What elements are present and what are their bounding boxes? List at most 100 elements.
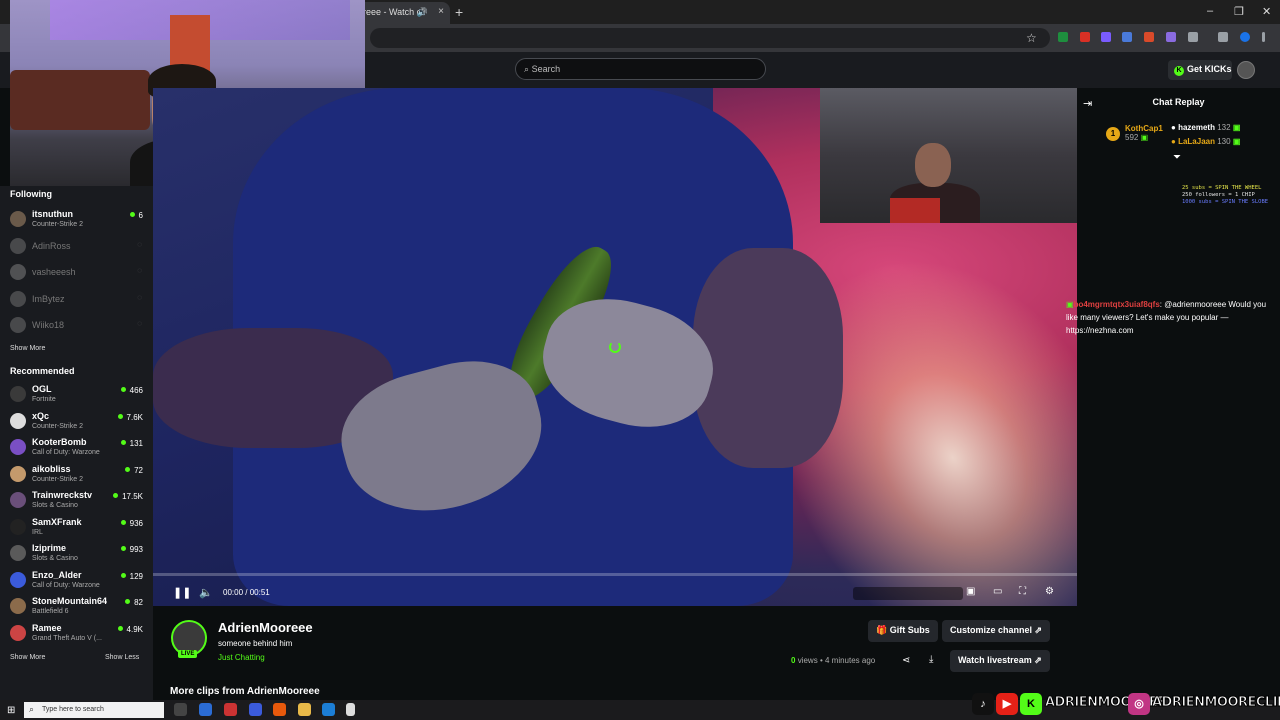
watch-livestream-button[interactable]: Watch livestream ⇗ [950,650,1050,672]
viewer-count: 466 [121,386,143,395]
download-icon[interactable]: ⤓ [929,654,933,665]
gift-subs-button[interactable]: 🎁 Gift Subs [868,620,938,642]
minimize-button[interactable]: – [1207,5,1213,17]
search-icon: ⌕ [29,704,35,714]
close-window-button[interactable]: ✕ [1262,5,1271,18]
pip-icon[interactable]: ▣ [966,586,975,597]
video-time: 00:00 / 00:51 [223,588,270,597]
get-kicks-button[interactable]: K Get KICKs [1168,60,1232,80]
sidebar-channel[interactable]: xQc Counter-Strike 2 7.6K [10,410,150,436]
overlay-line: 1000 subs = SPIN THE SLOBE [1182,199,1269,205]
brave-icon[interactable] [273,703,286,716]
fullscreen-icon[interactable]: ⛶ [1019,586,1026,597]
current-time: 00:00 [223,588,244,597]
chat-badge-icon: ▣ [1066,300,1074,309]
video-progress-bar[interactable] [153,573,1077,576]
gifter-name: hazemeth [1178,123,1215,132]
extension-icon[interactable] [1101,32,1111,42]
taskbar-search[interactable]: ⌕ Type here to search [24,702,164,718]
profile-icon[interactable] [1240,32,1250,42]
bookmark-star-icon[interactable]: ☆ [1026,31,1037,45]
app-icon[interactable] [224,703,237,716]
channel-name: StoneMountain64 [32,596,108,606]
user-avatar[interactable] [1237,61,1255,79]
app-icon[interactable] [249,703,262,716]
channel-category: Call of Duty: Warzone [32,581,100,589]
maximize-button[interactable]: ❐ [1234,5,1244,18]
channel-avatar [10,492,26,508]
sidebar-channel[interactable]: SamXFrank IRL 936 [10,516,150,542]
sidebar-channel[interactable]: Enzo_Alder Call of Duty: Warzone 129 [10,569,150,595]
channel-avatar [10,264,26,280]
rank-badge: 1 [1106,127,1120,141]
channel-name: Iziprime [32,543,67,553]
menu-icon[interactable] [1262,32,1265,42]
sidebar-channel[interactable]: aikobliss Counter-Strike 2 72 [10,463,150,489]
offline-icon: ◌ [137,239,142,249]
video-player[interactable]: ❚❚ 🔈 00:00 / 00:51 ▣ ▭ ⛶ ⚙ [153,88,1077,606]
sidebar-channel[interactable]: KooterBomb Call of Duty: Warzone 131 [10,436,150,462]
gifter-subs: 592 ▣ [1125,133,1149,142]
sidebar-channel[interactable]: vasheeesh ◌ [10,261,150,287]
speaker-icon[interactable]: 🔊 [417,7,428,18]
channel-name[interactable]: AdrienMooreee [218,620,313,635]
get-kicks-label: Get KICKs [1187,64,1232,74]
extension-icon[interactable] [1122,32,1132,42]
extension-icon[interactable] [1144,32,1154,42]
show-less-recommended[interactable]: Show Less [105,654,139,661]
clip-age: 4 minutes ago [824,656,876,665]
file-explorer-icon[interactable] [298,703,311,716]
sidebar-channel[interactable]: Ramee Grand Theft Auto V (... 4.9K [10,622,150,648]
browser-tab[interactable]: reee - Watch cli 🔊 × [355,2,450,24]
extension-icon[interactable] [1166,32,1176,42]
top-gifter[interactable]: ● hazemeth 132 ▣ [1171,123,1240,132]
volume-icon[interactable]: 🔈 [199,586,213,599]
sidebar-channel[interactable]: Iziprime Slots & Casino 993 [10,542,150,568]
chrome-icon[interactable] [199,703,212,716]
theater-mode-icon[interactable]: ▭ [993,586,1002,597]
top-gifter[interactable]: KothCap1 592 ▣ [1125,124,1163,142]
duration: 00:51 [249,588,270,597]
extensions-puzzle-icon[interactable] [1188,32,1198,42]
top-gifter[interactable]: ● LaLaJaan 130 ▣ [1171,137,1240,146]
show-more-following[interactable]: Show More [10,345,45,352]
chat-title: Chat Replay [1152,97,1205,107]
channel-avatar [10,290,26,307]
show-more-recommended[interactable]: Show More [10,654,45,661]
channel-avatar [10,439,26,455]
sidebar-channel[interactable]: AdinRoss ◌ [10,235,150,261]
viewer-count: 4.9K [118,625,143,634]
reading-list-icon[interactable] [1218,32,1228,42]
extension-icon[interactable] [1080,32,1090,42]
external-link-icon: ⇗ [1034,625,1043,635]
search-input[interactable]: ⌕ Search [515,58,766,80]
sidebar-channel[interactable]: Wiiko18 ◌ [10,314,150,340]
pause-icon[interactable]: ❚❚ [173,586,191,599]
extension-icon[interactable] [1058,32,1068,42]
sidebar-channel[interactable]: itsnuthun Counter-Strike 2 6 [10,208,150,234]
gift-icon: 🎁 [876,625,888,635]
settings-icon[interactable]: ⚙ [1045,586,1054,597]
windows-start-icon[interactable]: ⊞ [7,705,15,716]
tab-close-icon[interactable]: × [438,6,444,17]
chat-panel: ⇥ Chat Replay 1 KothCap1 592 ▣ ● hazemet… [1077,88,1280,700]
sidebar-channel[interactable]: OGL Fortnite 466 [10,383,150,409]
notepad-icon[interactable] [346,703,355,716]
chat-username[interactable]: bo4mgrmtqtx3uiaf8qfs [1074,300,1160,309]
sidebar-channel[interactable]: StoneMountain64 Battlefield 6 82 [10,595,150,621]
customize-label: Customize channel [950,625,1033,635]
task-view-icon[interactable] [174,703,187,716]
channel-category: Counter-Strike 2 [32,221,83,228]
external-link-icon: ⇗ [1034,655,1042,665]
edge-icon[interactable] [322,703,335,716]
channel-name: Ramee [32,622,62,633]
expand-leaderboard-icon[interactable]: ⏷ [1173,152,1181,163]
new-tab-button[interactable]: + [455,4,463,20]
tiktok-icon: ♪ [972,693,994,715]
category-link[interactable]: Just Chatting [218,653,265,662]
url-input[interactable] [370,28,1050,48]
customize-channel-button[interactable]: Customize channel ⇗ [942,620,1051,642]
sidebar-channel[interactable]: ImBytez ◌ [10,288,150,314]
sidebar-channel[interactable]: Trainwreckstv Slots & Casino 17.5K [10,489,150,515]
share-icon[interactable]: ⋖ [902,655,910,666]
